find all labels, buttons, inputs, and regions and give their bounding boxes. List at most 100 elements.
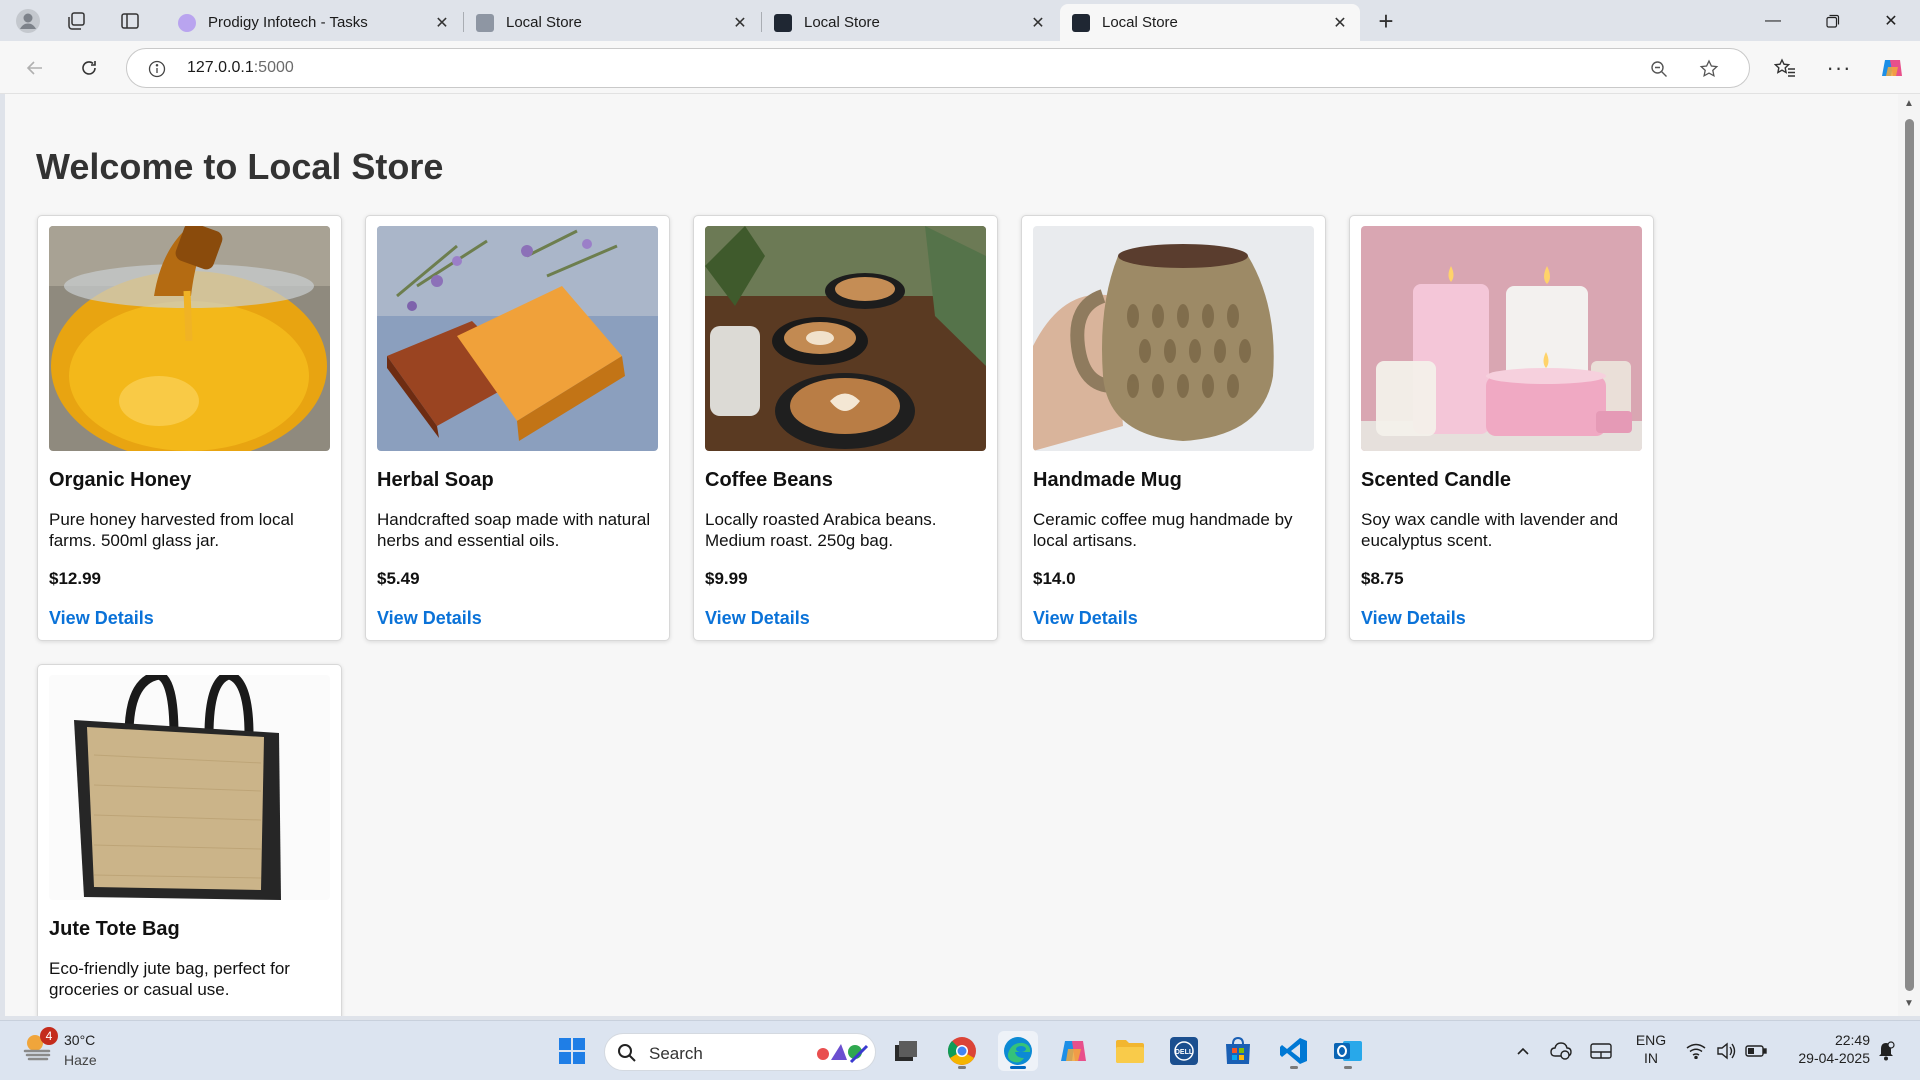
close-tab-icon[interactable]: ✕ [428,13,456,33]
svg-text:DELL: DELL [1175,1049,1194,1056]
show-hidden-icons-chevron-icon[interactable] [1503,1031,1543,1071]
product-description: Locally roasted Arabica beans. Medium ro… [705,510,937,550]
tab-local-store-active[interactable]: Local Store ✕ [1060,4,1360,41]
input-language[interactable]: ENG IN [1628,1031,1674,1067]
scroll-down-arrow-icon[interactable]: ▼ [1904,998,1914,1009]
profile-icon[interactable] [8,4,48,38]
tab-label: Local Store [804,14,880,31]
product-price: $14.0 [1033,569,1076,588]
address-bar[interactable]: 127.0.0.1:5000 [126,48,1750,88]
view-details-link[interactable]: View Details [1033,608,1138,629]
tab-label: Local Store [1102,14,1178,31]
minimize-button[interactable]: — [1744,0,1802,41]
browser-titlebar: Prodigy Infotech - Tasks ✕ Local Store ✕… [0,0,1920,41]
restore-button[interactable] [1804,0,1862,41]
active-indicator [1010,1066,1026,1069]
favorites-icon[interactable] [1766,49,1804,87]
soap-bars-image [377,226,658,451]
product-price: $5.49 [377,569,420,588]
display-mode-icon[interactable] [1581,1031,1621,1071]
search-label: Search [649,1044,703,1063]
weather-condition: Haze [64,1052,97,1068]
candles-image [1361,226,1642,451]
weather-widget[interactable]: 4 30°C Haze [22,1027,97,1068]
tab-label: Local Store [506,14,582,31]
product-price: $12.99 [49,569,101,588]
product-description: Pure honey harvested from local farms. 5… [49,510,294,550]
file-explorer-icon[interactable] [1110,1031,1150,1071]
chrome-icon[interactable] [942,1031,982,1071]
product-card: Organic Honey Pure honey harvested from … [37,215,342,641]
close-tab-icon[interactable]: ✕ [1326,13,1354,33]
tab-prodigy-tasks[interactable]: Prodigy Infotech - Tasks ✕ [166,4,462,41]
close-window-button[interactable]: ✕ [1862,0,1920,41]
product-card: Jute Tote Bag Eco-friendly jute bag, per… [37,664,342,1016]
scrollbar-thumb[interactable] [1905,119,1914,991]
terminal-favicon-icon [774,13,792,32]
page-title: Welcome to Local Store [36,146,444,187]
clock[interactable]: 22:49 29-04-2025 [1780,1031,1870,1067]
search-icon [618,1044,636,1062]
site-info-icon[interactable] [143,55,171,83]
view-details-link[interactable]: View Details [49,608,154,629]
copilot-icon[interactable] [1873,49,1911,87]
weather-badge: 4 [40,1027,58,1045]
scroll-up-arrow-icon[interactable]: ▲ [1904,98,1914,109]
dell-app-icon[interactable]: DELL [1164,1031,1204,1071]
start-button[interactable] [552,1031,592,1071]
tab-local-store-1[interactable]: Local Store ✕ [464,4,760,41]
workspaces-icon[interactable] [56,4,96,38]
vscode-icon[interactable] [1274,1031,1314,1071]
page-favicon-icon [476,13,494,32]
close-tab-icon[interactable]: ✕ [1024,13,1052,33]
back-button[interactable] [16,49,54,87]
region-code: IN [1644,1050,1658,1066]
task-view-icon[interactable] [886,1031,926,1071]
product-name: Scented Candle [1361,469,1512,491]
language-code: ENG [1635,1032,1667,1048]
running-indicator [1344,1066,1352,1069]
tab-label: Prodigy Infotech - Tasks [208,14,368,31]
browser-toolbar: 127.0.0.1:5000 ··· [0,41,1920,94]
tab-actions-icon[interactable] [110,4,150,38]
url-host: 127.0.0.1 [187,59,254,76]
battery-icon[interactable] [1736,1031,1776,1071]
product-price: $9.99 [705,569,748,588]
edge-icon[interactable] [998,1031,1038,1071]
taskbar-search[interactable]: Search [604,1033,876,1071]
new-tab-button[interactable]: + [1366,4,1406,38]
weather-temp: 30°C [64,1032,96,1048]
page-viewport: Welcome to Local Store Organic Honey Pur… [5,94,1898,1016]
product-price: $8.75 [1361,569,1404,588]
search-highlight-icon [817,1044,869,1064]
view-details-link[interactable]: View Details [705,608,810,629]
copilot-app-icon[interactable] [1054,1031,1094,1071]
more-options-icon[interactable]: ··· [1820,49,1858,87]
close-tab-icon[interactable]: ✕ [726,13,754,33]
url-text[interactable]: 127.0.0.1:5000 [187,59,294,77]
microsoft-store-icon[interactable] [1218,1031,1258,1071]
product-description: Soy wax candle with lavender and eucalyp… [1361,510,1619,550]
zoom-icon[interactable] [1645,55,1673,83]
product-name: Jute Tote Bag [49,918,180,940]
product-description: Eco-friendly jute bag, perfect for groce… [49,959,290,999]
windows-taskbar: 4 30°C Haze Search DELL ENG IN 22:49 29-… [0,1020,1920,1080]
prodigy-favicon-icon [178,13,196,32]
coffee-cups-image [705,226,986,451]
ceramic-mug-image [1033,226,1314,451]
view-details-link[interactable]: View Details [377,608,482,629]
onedrive-sync-icon[interactable] [1541,1031,1581,1071]
page-scrollbar[interactable]: ▲ ▼ [1898,94,1920,1016]
outlook-icon[interactable] [1328,1031,1368,1071]
view-details-link[interactable]: View Details [1361,608,1466,629]
product-card: Herbal Soap Handcrafted soap made with n… [365,215,670,641]
product-name: Organic Honey [49,469,192,491]
tote-bag-image [49,675,330,900]
product-name: Herbal Soap [377,469,494,491]
refresh-button[interactable] [70,49,108,87]
tab-local-store-2[interactable]: Local Store ✕ [762,4,1058,41]
favorite-star-icon[interactable] [1695,55,1723,83]
notifications-icon[interactable] [1866,1031,1906,1071]
product-card: Handmade Mug Ceramic coffee mug handmade… [1021,215,1326,641]
clock-time: 22:49 [1834,1032,1870,1048]
